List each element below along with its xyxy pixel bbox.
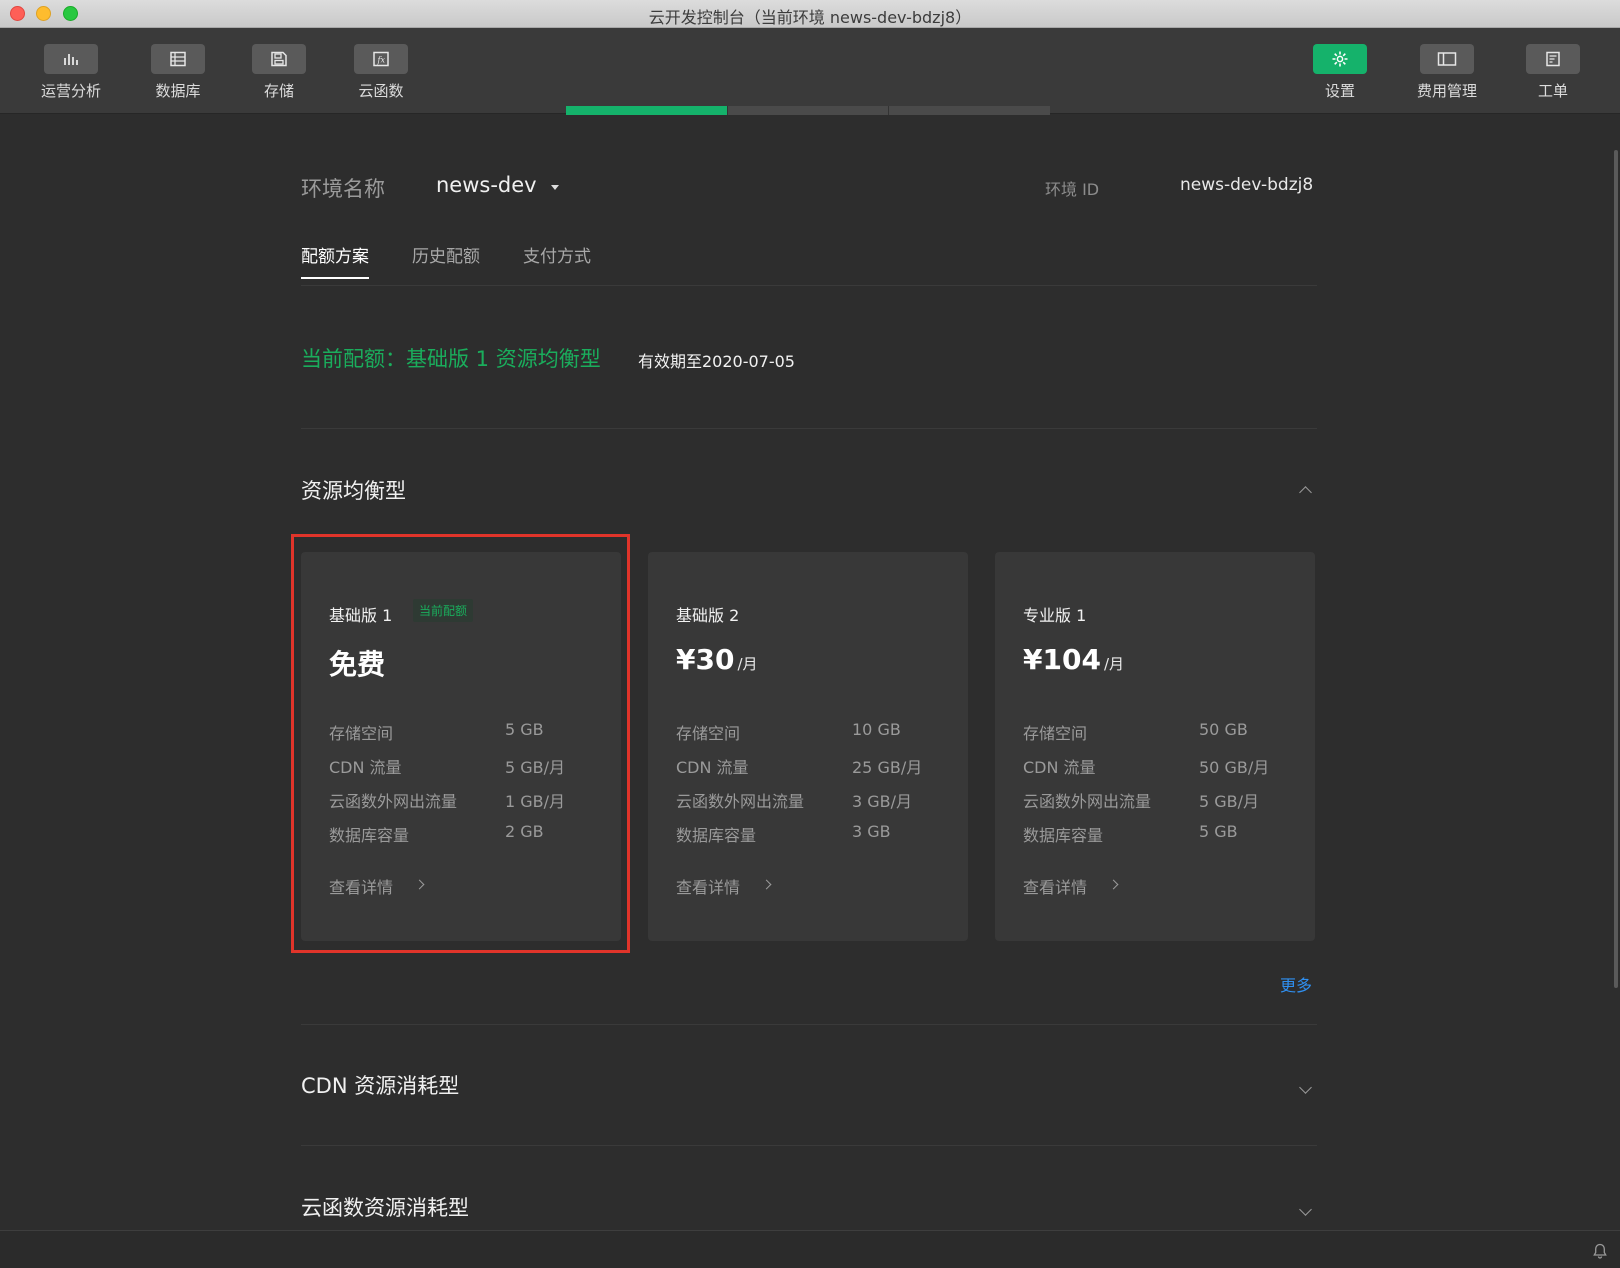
tab-payment-method[interactable]: 支付方式 [523, 242, 591, 277]
spec-value-database: 2 GB [505, 822, 544, 841]
billing-icon [1420, 44, 1474, 74]
main-toolbar: 运营分析 数据库 存储 fx 云函数 设置 费用管理 工单 [0, 28, 1620, 114]
divider [301, 428, 1317, 429]
spec-value-function-traffic: 5 GB/月 [1199, 792, 1260, 811]
chevron-right-icon[interactable] [414, 879, 425, 890]
plan-price-value: 免费 [329, 648, 386, 681]
view-details-link[interactable]: 查看详情 [1023, 874, 1087, 898]
current-plan-badge: 当前配额 [413, 599, 474, 622]
view-details-link[interactable]: 查看详情 [329, 874, 393, 898]
ticket-icon [1526, 44, 1580, 74]
spec-value-function-traffic: 1 GB/月 [505, 792, 566, 811]
view-details-link[interactable]: 查看详情 [676, 874, 740, 898]
spec-value-cdn: 25 GB/月 [852, 758, 923, 777]
tab-quota-history[interactable]: 历史配额 [412, 242, 480, 277]
plan-price: ¥104/月 [1023, 643, 1124, 676]
env-id-value: news-dev-bdzj8 [1180, 175, 1314, 195]
toolbar-cloud-function-label: 云函数 [358, 82, 404, 100]
plan-price: ¥30/月 [676, 643, 758, 676]
toolbar-cloud-function-button[interactable]: fx 云函数 [336, 44, 426, 101]
svg-text:fx: fx [377, 56, 386, 65]
bell-icon[interactable] [1592, 1243, 1608, 1263]
spec-label-storage: 存储空间 [676, 724, 741, 743]
vertical-scrollbar[interactable] [1614, 150, 1618, 988]
spec-value-storage: 5 GB [505, 720, 544, 739]
more-plans-link[interactable]: 更多 [1280, 972, 1312, 996]
caret-down-icon[interactable] [551, 185, 559, 190]
plan-name: 基础版 2 [676, 606, 740, 625]
toolbar-ticket-label: 工单 [1537, 82, 1568, 100]
plan-price-value: ¥104 [1023, 643, 1101, 676]
toolbar-billing-button[interactable]: 费用管理 [1402, 44, 1492, 101]
function-icon: fx [354, 44, 408, 74]
plan-card-basic-2[interactable]: 基础版 2 ¥30/月 存储空间 10 GB CDN 流量 25 GB/月 云函… [648, 552, 968, 941]
spec-value-database: 3 GB [852, 822, 891, 841]
toolbar-database-label: 数据库 [155, 82, 201, 100]
spec-value-storage: 10 GB [852, 720, 901, 739]
toolbar-settings-button[interactable]: 设置 [1295, 44, 1385, 101]
current-quota-valid-until: 有效期至2020-07-05 [638, 352, 795, 371]
chevron-right-icon[interactable] [1108, 879, 1119, 890]
gear-icon [1313, 44, 1367, 74]
settings-content: 环境名称 news-dev 环境 ID news-dev-bdzj8 配额方案 … [0, 115, 1620, 1230]
window-title-bar: 云开发控制台（当前环境 news-dev-bdzj8） [0, 0, 1620, 28]
spec-label-cdn: CDN 流量 [329, 758, 402, 777]
plan-name: 基础版 1 [329, 606, 393, 625]
toolbar-database-button[interactable]: 数据库 [133, 44, 223, 101]
plan-price: 免费 [329, 643, 388, 683]
plan-price-unit: /月 [737, 655, 758, 673]
toolbar-ticket-button[interactable]: 工单 [1508, 44, 1598, 101]
bar-chart-icon [44, 44, 98, 74]
env-id-label: 环境 ID [1045, 180, 1100, 199]
spec-label-function-traffic: 云函数外网出流量 [676, 792, 805, 811]
spec-value-cdn: 5 GB/月 [505, 758, 566, 777]
section-title-cloud-function[interactable]: 云函数资源消耗型 [301, 1192, 469, 1222]
toolbar-billing-label: 费用管理 [1416, 82, 1477, 100]
current-quota-text: 当前配额：基础版 1 资源均衡型 [301, 347, 601, 371]
toolbar-analytics-button[interactable]: 运营分析 [26, 44, 116, 101]
spec-label-cdn: CDN 流量 [1023, 758, 1096, 777]
plan-price-unit: /月 [1103, 655, 1124, 673]
spec-label-storage: 存储空间 [329, 724, 394, 743]
spec-label-cdn: CDN 流量 [676, 758, 749, 777]
spec-label-database: 数据库容量 [329, 826, 410, 845]
toolbar-analytics-label: 运营分析 [40, 82, 101, 100]
plan-price-value: ¥30 [676, 643, 735, 676]
env-name-label: 环境名称 [301, 177, 385, 201]
plan-card-basic-1[interactable]: 基础版 1 当前配额 免费 存储空间 5 GB CDN 流量 5 GB/月 云函… [301, 552, 621, 941]
plan-name: 专业版 1 [1023, 606, 1087, 625]
chevron-up-icon[interactable] [1299, 486, 1312, 499]
spec-label-function-traffic: 云函数外网出流量 [1023, 792, 1152, 811]
spec-value-cdn: 50 GB/月 [1199, 758, 1270, 777]
window-title: 云开发控制台（当前环境 news-dev-bdzj8） [648, 8, 972, 27]
spec-value-function-traffic: 3 GB/月 [852, 792, 913, 811]
spec-label-database: 数据库容量 [676, 826, 757, 845]
chevron-down-icon[interactable] [1299, 1081, 1312, 1094]
database-icon [151, 44, 205, 74]
plan-card-pro-1[interactable]: 专业版 1 ¥104/月 存储空间 50 GB CDN 流量 50 GB/月 云… [995, 552, 1315, 941]
spec-label-storage: 存储空间 [1023, 724, 1088, 743]
storage-icon [252, 44, 306, 74]
toolbar-storage-button[interactable]: 存储 [234, 44, 324, 101]
spec-label-function-traffic: 云函数外网出流量 [329, 792, 458, 811]
section-title-cdn[interactable]: CDN 资源消耗型 [301, 1070, 459, 1100]
chevron-down-icon[interactable] [1299, 1203, 1312, 1216]
env-name-dropdown[interactable]: news-dev [436, 173, 537, 197]
toolbar-settings-label: 设置 [1324, 82, 1355, 100]
divider [301, 1145, 1317, 1146]
spec-value-storage: 50 GB [1199, 720, 1248, 739]
section-title-balanced[interactable]: 资源均衡型 [301, 475, 406, 505]
spec-label-database: 数据库容量 [1023, 826, 1104, 845]
status-bar [0, 1230, 1620, 1268]
chevron-right-icon[interactable] [761, 879, 772, 890]
tab-quota-plan[interactable]: 配额方案 [301, 242, 369, 279]
toolbar-storage-label: 存储 [263, 82, 294, 100]
quota-tabs: 配额方案 历史配额 支付方式 [301, 242, 1317, 286]
divider [301, 1024, 1317, 1025]
spec-value-database: 5 GB [1199, 822, 1238, 841]
